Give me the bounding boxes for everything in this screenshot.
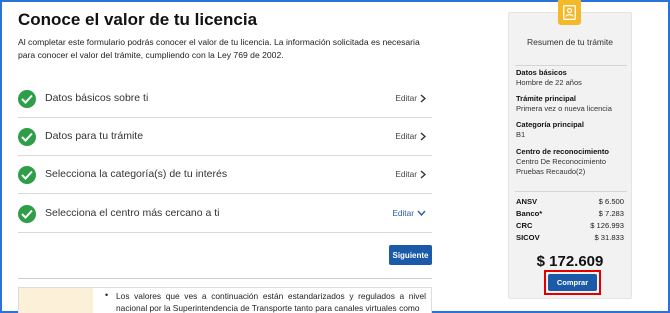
buy-button[interactable]: Comprar — [548, 274, 597, 291]
bullet-icon: • — [105, 290, 109, 300]
summary-field-procedure: Trámite principal Primera vez o nueva li… — [516, 94, 628, 114]
check-circle-icon — [18, 128, 36, 146]
next-button[interactable]: Siguiente — [389, 245, 432, 265]
cost-amount: $ 7.283 — [598, 209, 624, 218]
field-value: Primera vez o nueva licencia — [516, 104, 612, 113]
chevron-right-icon — [420, 93, 426, 103]
divider — [18, 278, 432, 279]
field-heading: Centro de reconocimiento — [516, 147, 609, 156]
edit-link[interactable]: Editar — [395, 131, 426, 141]
summary-field-basic: Datos básicos Hombre de 22 años — [516, 68, 628, 88]
field-heading: Datos básicos — [516, 68, 567, 77]
main-content: Conoce el valor de tu licencia Al comple… — [18, 0, 432, 313]
edit-label: Editar — [395, 169, 417, 179]
step-basic-data: Datos básicos sobre ti Editar — [18, 80, 432, 118]
edit-link[interactable]: Editar — [395, 93, 426, 103]
step-label: Selecciona la categoría(s) de tu interés — [45, 168, 228, 180]
cost-name: ANSV — [516, 197, 538, 206]
edit-label: Editar — [392, 208, 414, 218]
cost-name: SICOV — [516, 233, 540, 242]
chevron-right-icon — [420, 169, 426, 179]
edit-label: Editar — [395, 93, 417, 103]
field-heading: Trámite principal — [516, 94, 577, 103]
summary-panel: Resumen de tu trámite Datos básicos Homb… — [508, 12, 632, 299]
step-center: Selecciona el centro más cercano a ti Ed… — [18, 195, 432, 233]
field-value: Centro De Reconocimiento Pruebas Recaudo… — [516, 157, 607, 176]
edit-label: Editar — [395, 131, 417, 141]
edit-link[interactable]: Editar — [392, 208, 426, 218]
check-circle-icon — [18, 166, 36, 184]
step-label: Datos básicos sobre ti — [45, 92, 149, 104]
notice-text: Los valores que ves a continuación están… — [116, 291, 426, 313]
cost-amount: $ 6.500 — [598, 197, 624, 206]
chevron-right-icon — [420, 131, 426, 141]
cost-name: CRC — [516, 221, 533, 230]
check-circle-icon — [18, 90, 36, 108]
buy-button-highlight: Comprar — [544, 270, 601, 295]
summary-field-category: Categoría principal B1 — [516, 120, 628, 140]
summary-badge — [558, 0, 581, 25]
cost-name: Banco* — [516, 209, 543, 218]
cost-row-sicov: SICOV $ 31.833 — [516, 233, 624, 242]
cost-amount: $ 126.993 — [590, 221, 624, 230]
notice-box: • Los valores que ves a continuación est… — [18, 287, 432, 313]
check-circle-icon — [18, 205, 36, 223]
divider — [515, 65, 627, 66]
id-card-icon — [563, 5, 576, 20]
cost-row-ansv: ANSV $ 6.500 — [516, 197, 624, 206]
step-label: Datos para tu trámite — [45, 130, 144, 142]
notice-accent — [19, 288, 93, 313]
total-amount: $ 172.609 — [536, 253, 604, 270]
intro-text: Al completar este formulario podrás cono… — [18, 37, 420, 60]
step-label: Selecciona el centro más cercano a ti — [45, 207, 220, 219]
field-heading: Categoría principal — [516, 120, 584, 129]
field-value: B1 — [516, 130, 526, 139]
step-category: Selecciona la categoría(s) de tu interés… — [18, 156, 432, 194]
summary-title: Resumen de tu trámite — [527, 37, 613, 47]
edit-link[interactable]: Editar — [395, 169, 426, 179]
divider — [515, 191, 627, 192]
cost-row-crc: CRC $ 126.993 — [516, 221, 624, 230]
summary-field-center: Centro de reconocimiento Centro De Recon… — [516, 147, 628, 177]
cost-row-banco: Banco* $ 7.283 — [516, 209, 624, 218]
field-value: Hombre de 22 años — [516, 78, 582, 87]
step-procedure-data: Datos para tu trámite Editar — [18, 118, 432, 156]
chevron-down-icon — [417, 210, 426, 216]
cost-amount: $ 31.833 — [594, 233, 624, 242]
page-title: Conoce el valor de tu licencia — [18, 10, 258, 29]
